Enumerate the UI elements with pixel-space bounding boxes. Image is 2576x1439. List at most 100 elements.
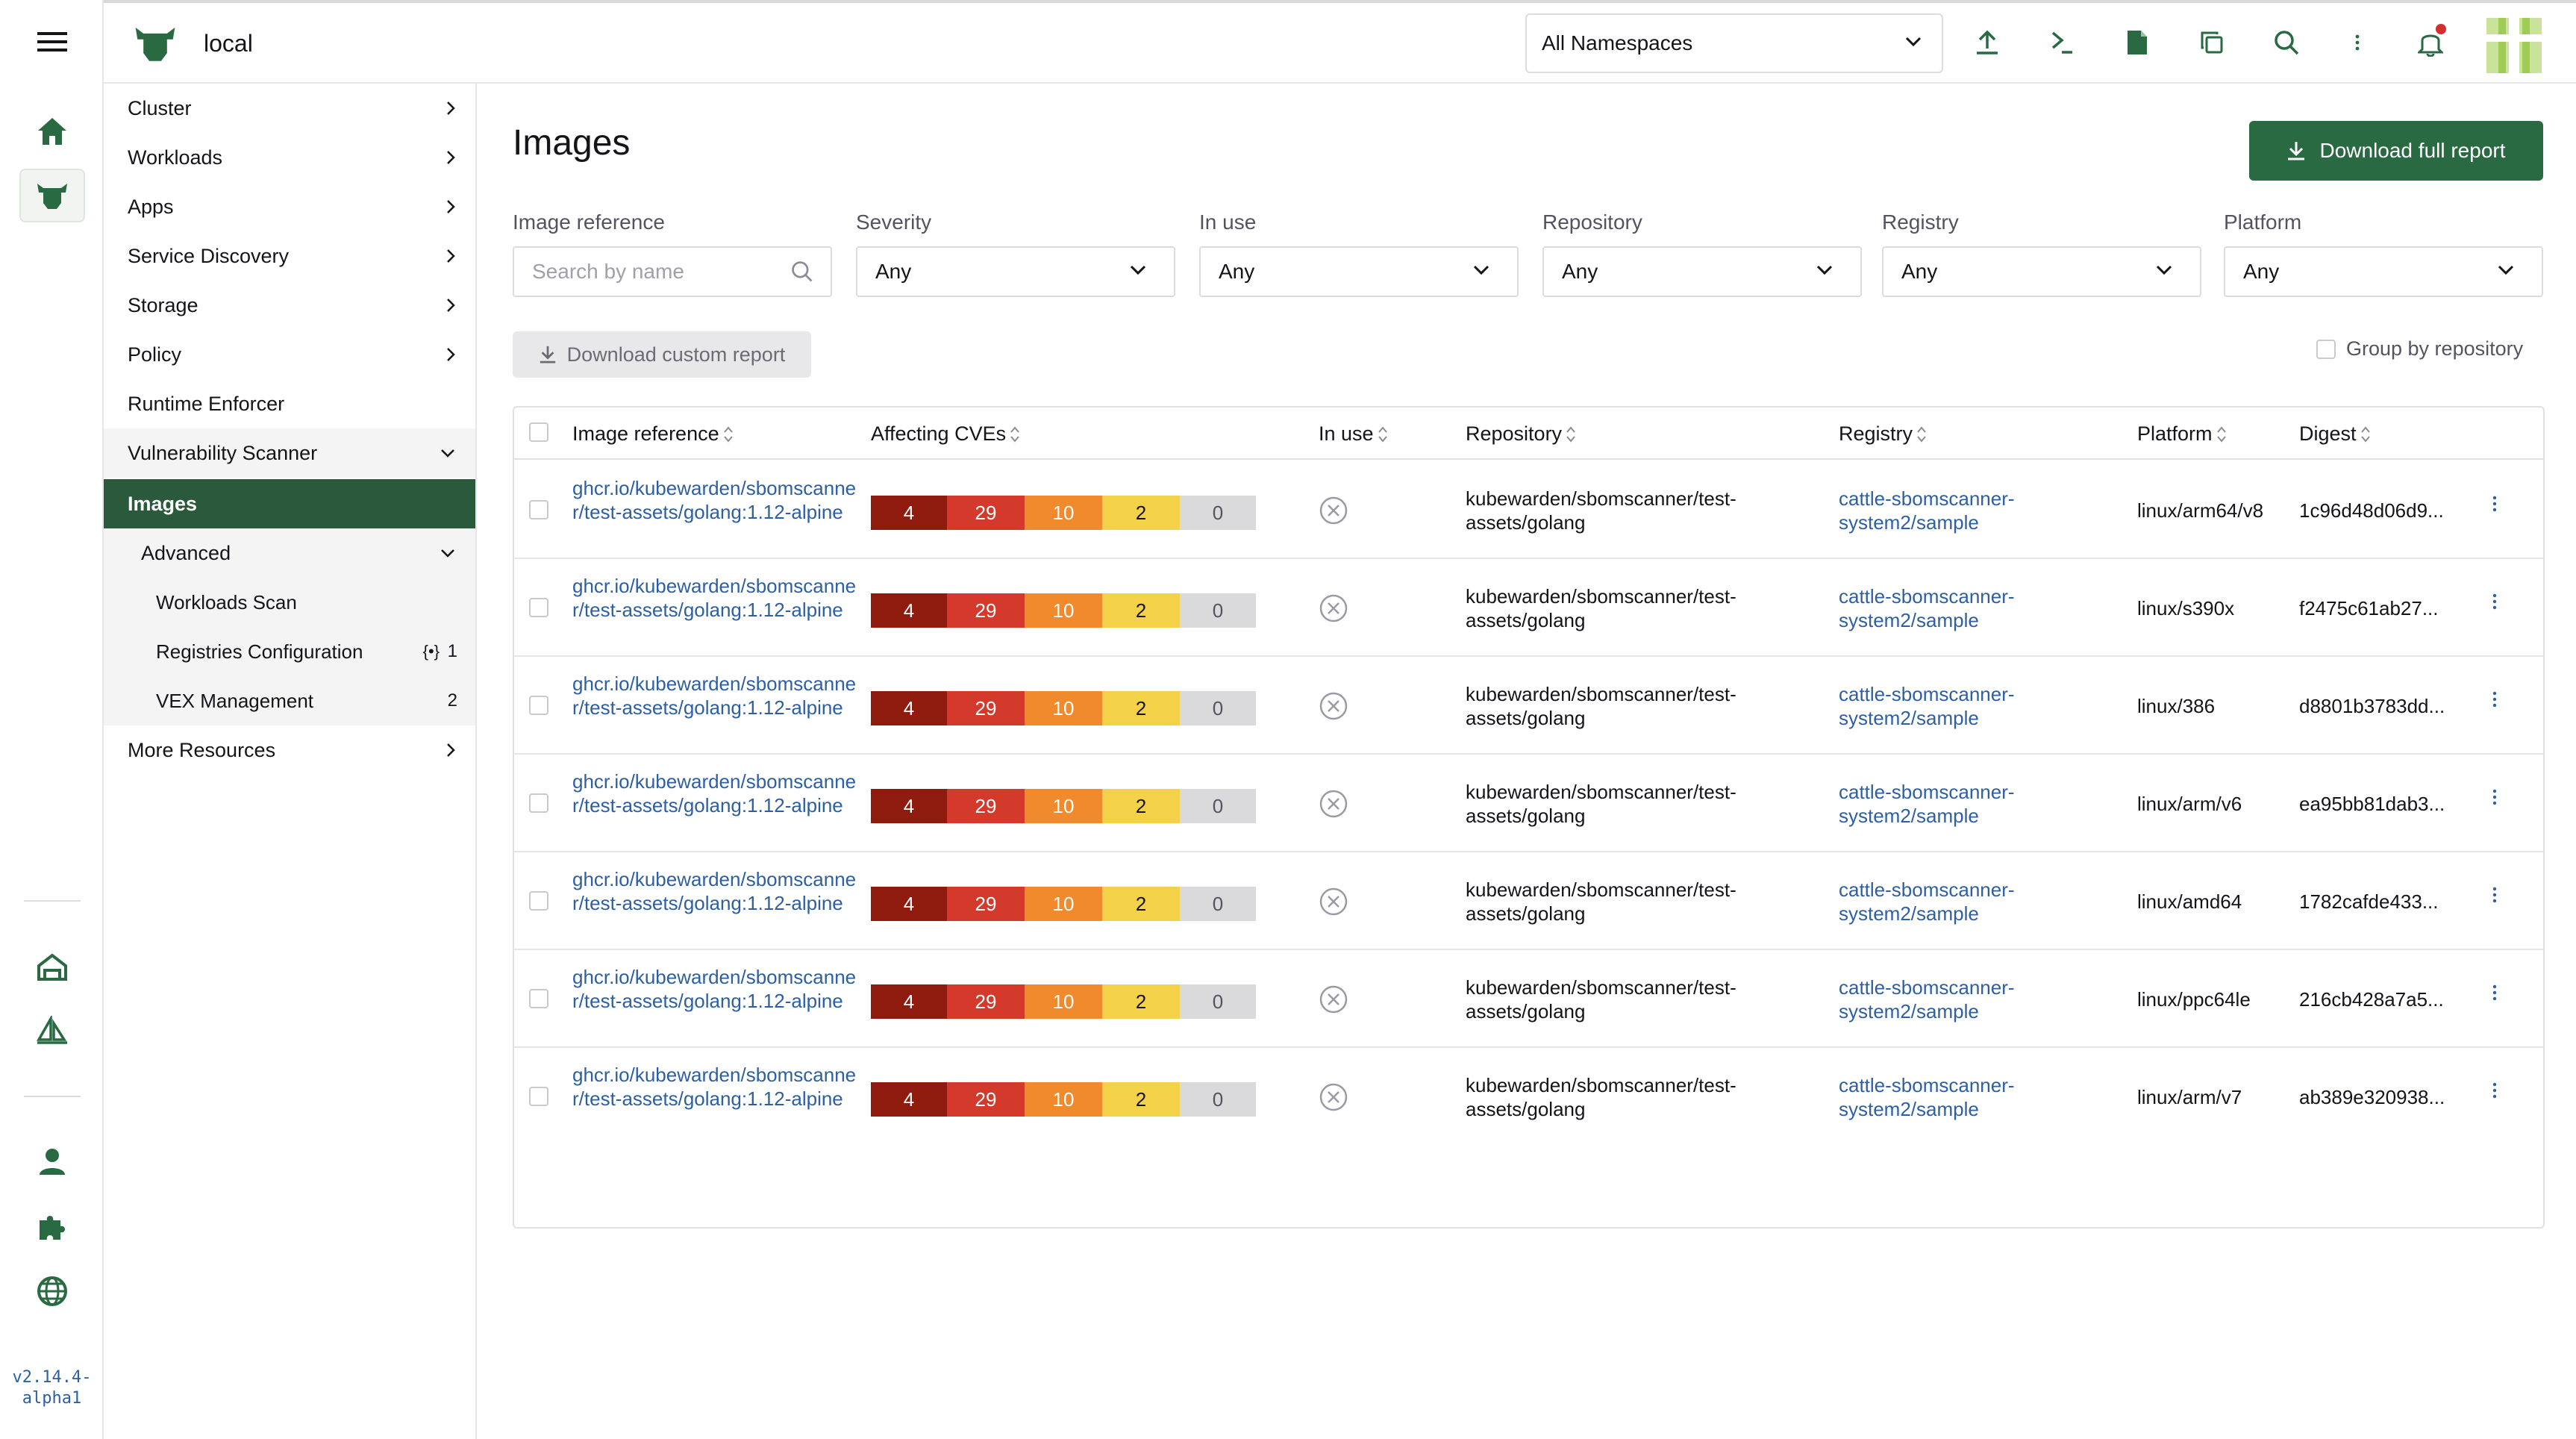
registry-link[interactable]: cattle-sbomscanner-system2/sample — [1839, 1073, 2085, 1121]
group-by-checkbox[interactable] — [2316, 339, 2336, 359]
registry-link[interactable]: cattle-sbomscanner-system2/sample — [1839, 780, 2085, 828]
registry-link[interactable]: cattle-sbomscanner-system2/sample — [1839, 682, 2085, 730]
cve-count-high: 29 — [947, 593, 1025, 628]
nav-vulnerability-scanner[interactable]: Vulnerability Scanner — [104, 428, 475, 478]
download-full-report-button[interactable]: Download full report — [2249, 121, 2543, 181]
table-row[interactable]: ghcr.io/kubewarden/sbomscanner/test-asse… — [514, 950, 2543, 1048]
col-affecting-cves[interactable]: Affecting CVEs — [871, 422, 1021, 446]
in-use-select[interactable]: Any — [1199, 246, 1519, 297]
fleet-button[interactable] — [19, 940, 85, 994]
table-header: Image reference Affecting CVEs In use Re… — [514, 408, 2543, 460]
image-reference-link[interactable]: ghcr.io/kubewarden/sbomscanner/test-asse… — [572, 574, 863, 622]
nav-workloads[interactable]: Workloads — [104, 133, 475, 182]
image-reference-link[interactable]: ghcr.io/kubewarden/sbomscanner/test-asse… — [572, 672, 863, 720]
row-actions-button[interactable] — [2492, 885, 2498, 909]
home-button[interactable] — [19, 104, 85, 158]
row-actions-button[interactable] — [2492, 494, 2498, 518]
table-row[interactable]: ghcr.io/kubewarden/sbomscanner/test-asse… — [514, 852, 2543, 950]
row-actions-button[interactable] — [2492, 983, 2498, 1007]
cluster-local-button[interactable] — [19, 169, 85, 222]
nav-policy[interactable]: Policy — [104, 330, 475, 379]
col-repository[interactable]: Repository — [1466, 422, 1577, 446]
table-row[interactable]: ghcr.io/kubewarden/sbomscanner/test-asse… — [514, 559, 2543, 657]
import-yaml-button[interactable] — [1969, 24, 2006, 61]
not-in-use-icon — [1319, 691, 1348, 726]
nav-count: 2 — [447, 690, 457, 711]
affecting-cves-bar: 4 29 10 2 0 — [871, 1082, 1256, 1117]
resource-search-button[interactable] — [2268, 24, 2305, 61]
image-reference-link[interactable]: ghcr.io/kubewarden/sbomscanner/test-asse… — [572, 1063, 863, 1111]
namespace-select[interactable]: All Namespaces — [1525, 13, 1943, 73]
nav-cluster[interactable]: Cluster — [104, 84, 475, 133]
registry-link[interactable]: cattle-sbomscanner-system2/sample — [1839, 487, 2085, 534]
table-row[interactable]: ghcr.io/kubewarden/sbomscanner/test-asse… — [514, 461, 2543, 559]
col-image-reference[interactable]: Image reference — [572, 422, 734, 446]
col-digest[interactable]: Digest — [2299, 422, 2372, 446]
download-kubeconfig-button[interactable] — [2119, 24, 2156, 61]
row-checkbox[interactable] — [529, 500, 548, 519]
global-settings-button[interactable] — [19, 1264, 85, 1318]
registry-select[interactable]: Any — [1882, 246, 2201, 297]
nav-images[interactable]: Images — [104, 479, 475, 528]
filter-label-in-use: In use — [1199, 210, 1257, 234]
severity-select[interactable]: Any — [856, 246, 1175, 297]
search-icon — [2275, 31, 2299, 55]
table-row[interactable]: ghcr.io/kubewarden/sbomscanner/test-asse… — [514, 657, 2543, 755]
cve-count-critical: 4 — [871, 691, 947, 725]
nav-advanced[interactable]: Advanced — [104, 528, 475, 578]
nav-service-discovery[interactable]: Service Discovery — [104, 231, 475, 281]
nav-label: Runtime Enforcer — [128, 392, 285, 415]
row-checkbox[interactable] — [529, 891, 548, 911]
nav-vex-management[interactable]: VEX Management 2 — [104, 676, 475, 725]
nav-registries-configuration[interactable]: Registries Configuration {•} 1 — [104, 627, 475, 676]
row-actions-button[interactable] — [2492, 1081, 2498, 1105]
image-reference-link[interactable]: ghcr.io/kubewarden/sbomscanner/test-asse… — [572, 867, 863, 915]
kubectl-shell-button[interactable] — [2044, 24, 2081, 61]
nav-label: More Resources — [128, 738, 276, 761]
menu-button[interactable] — [19, 15, 85, 69]
more-actions-button[interactable] — [2339, 24, 2376, 61]
nav-apps[interactable]: Apps — [104, 182, 475, 231]
apps-marketplace-button[interactable] — [19, 1005, 85, 1058]
table-row[interactable]: ghcr.io/kubewarden/sbomscanner/test-asse… — [514, 1048, 2543, 1146]
filter-label-severity: Severity — [856, 210, 932, 234]
platform-select[interactable]: Any — [2224, 246, 2543, 297]
row-checkbox[interactable] — [529, 989, 548, 1008]
repository-select[interactable]: Any — [1542, 246, 1862, 297]
col-platform[interactable]: Platform — [2137, 422, 2228, 446]
chevron-right-icon — [447, 200, 455, 213]
col-label: Image reference — [572, 422, 719, 445]
nav-runtime-enforcer[interactable]: Runtime Enforcer — [104, 379, 475, 428]
platform-value: linux/amd64 — [2137, 890, 2242, 913]
row-checkbox[interactable] — [529, 598, 548, 617]
registry-link[interactable]: cattle-sbomscanner-system2/sample — [1839, 976, 2085, 1023]
image-search-placeholder: Search by name — [532, 260, 684, 283]
nav-storage[interactable]: Storage — [104, 281, 475, 330]
nav-workloads-scan[interactable]: Workloads Scan — [104, 578, 475, 627]
registry-link[interactable]: cattle-sbomscanner-system2/sample — [1839, 878, 2085, 925]
notifications-button[interactable] — [2412, 24, 2449, 61]
row-actions-button[interactable] — [2492, 690, 2498, 714]
select-all-checkbox[interactable] — [529, 422, 548, 442]
user-avatar[interactable] — [2486, 18, 2542, 73]
row-checkbox[interactable] — [529, 1087, 548, 1106]
users-button[interactable] — [19, 1134, 85, 1188]
registry-link[interactable]: cattle-sbomscanner-system2/sample — [1839, 584, 2085, 632]
image-reference-link[interactable]: ghcr.io/kubewarden/sbomscanner/test-asse… — [572, 476, 863, 524]
image-search-input[interactable]: Search by name — [513, 246, 832, 297]
download-custom-report-button[interactable]: Download custom report — [513, 331, 811, 378]
table-row[interactable]: ghcr.io/kubewarden/sbomscanner/test-asse… — [514, 755, 2543, 852]
col-registry[interactable]: Registry — [1839, 422, 1928, 446]
nav-more-resources[interactable]: More Resources — [104, 725, 475, 775]
row-actions-button[interactable] — [2492, 787, 2498, 811]
row-actions-button[interactable] — [2492, 592, 2498, 616]
image-reference-link[interactable]: ghcr.io/kubewarden/sbomscanner/test-asse… — [572, 965, 863, 1013]
extensions-button[interactable] — [19, 1200, 85, 1254]
group-by-repository-toggle[interactable]: Group by repository — [2316, 337, 2523, 360]
row-checkbox[interactable] — [529, 793, 548, 813]
copy-kubeconfig-button[interactable] — [2193, 24, 2230, 61]
row-checkbox[interactable] — [529, 696, 548, 715]
image-reference-link[interactable]: ghcr.io/kubewarden/sbomscanner/test-asse… — [572, 770, 863, 817]
terminal-icon — [2051, 31, 2072, 54]
col-in-use[interactable]: In use — [1319, 422, 1389, 446]
